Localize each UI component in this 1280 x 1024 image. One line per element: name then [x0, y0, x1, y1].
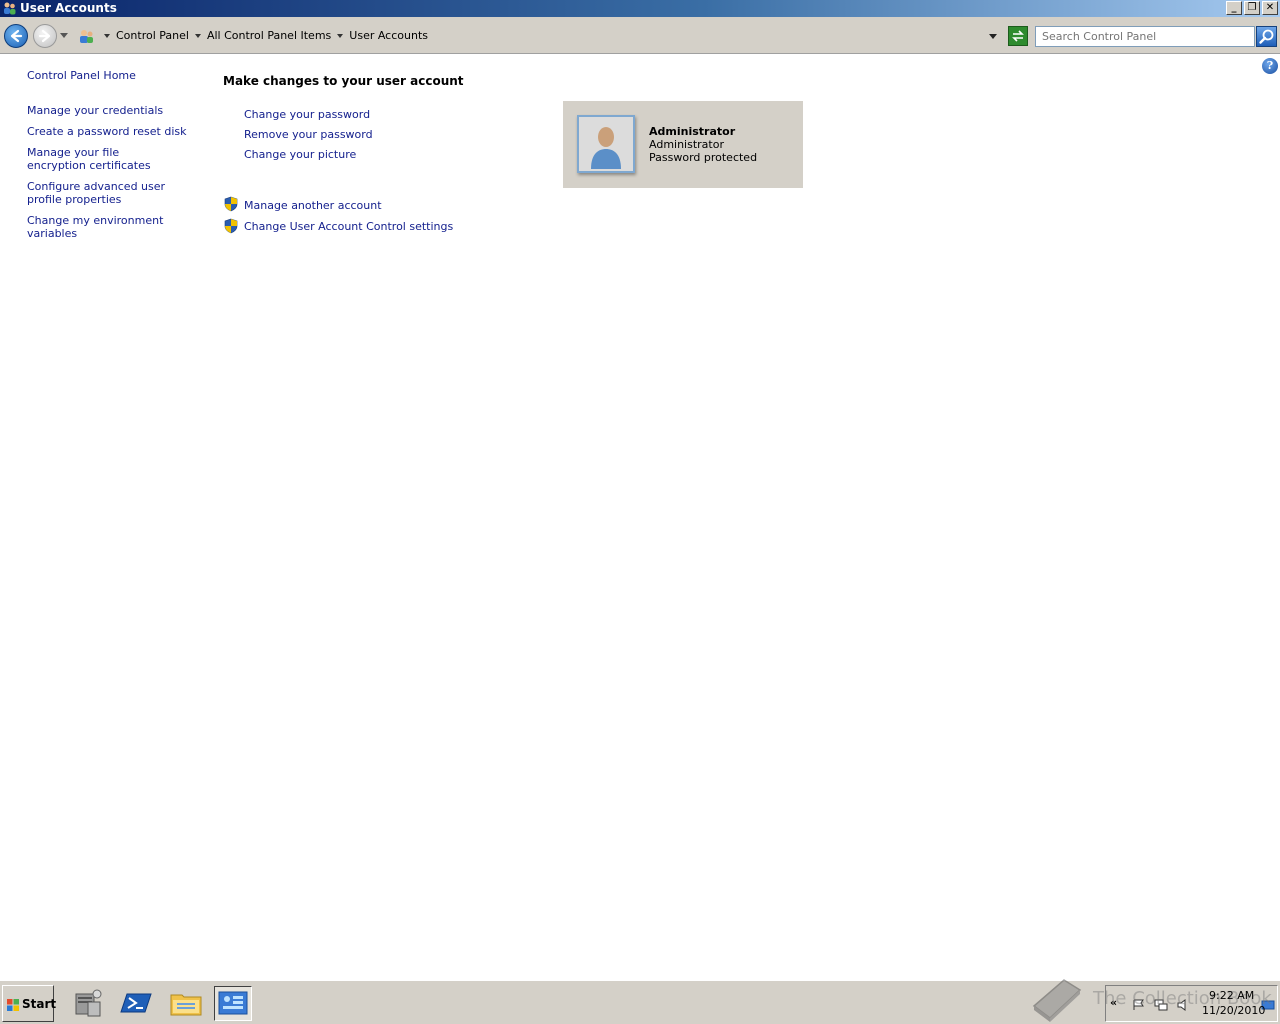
- user-accounts-icon: [4, 2, 16, 15]
- help-icon[interactable]: ?: [1262, 58, 1278, 74]
- breadcrumb-control-panel[interactable]: Control Panel: [116, 29, 189, 42]
- taskbar-explorer[interactable]: [168, 986, 206, 1021]
- arrow-right-icon: [38, 29, 51, 43]
- sidebar-link-environment-variables[interactable]: Change my environment variables: [27, 214, 197, 240]
- control-panel-icon: [80, 30, 93, 43]
- manage-another-account-link[interactable]: Manage another account: [244, 199, 382, 212]
- search-button[interactable]: [1256, 26, 1277, 47]
- account-card: Administrator Administrator Password pro…: [563, 101, 803, 188]
- breadcrumb: Control Panel All Control Panel Items Us…: [98, 29, 428, 42]
- recent-pages-dropdown[interactable]: [60, 33, 68, 38]
- speaker-icon[interactable]: [1176, 999, 1190, 1011]
- page-title: Make changes to your user account: [223, 74, 464, 88]
- server-manager-icon: [75, 989, 102, 1017]
- account-role: Administrator: [649, 138, 724, 151]
- window-title: User Accounts: [20, 1, 117, 15]
- minimize-button[interactable]: _: [1226, 1, 1242, 15]
- sidebar-link-file-encryption-certificates[interactable]: Manage your file encryption certificates: [27, 146, 177, 172]
- chevron-down-icon[interactable]: [337, 33, 344, 38]
- start-label: Start: [22, 997, 57, 1011]
- change-password-link[interactable]: Change your password: [244, 108, 370, 121]
- refresh-button[interactable]: [1008, 26, 1028, 46]
- windows-flag-icon: [7, 999, 19, 1011]
- account-name: Administrator: [649, 125, 736, 138]
- forward-button[interactable]: [33, 24, 57, 48]
- flag-icon[interactable]: [1132, 999, 1146, 1011]
- clock-time[interactable]: 9:22 AM: [1209, 989, 1254, 1002]
- search-input[interactable]: [1035, 26, 1255, 47]
- powershell-icon: [120, 993, 152, 1013]
- back-button[interactable]: [4, 24, 28, 48]
- explorer-icon: [170, 994, 202, 1016]
- breadcrumb-all-items[interactable]: All Control Panel Items: [207, 29, 331, 42]
- start-button[interactable]: Start: [2, 985, 57, 1022]
- sidebar-link-advanced-profile-properties[interactable]: Configure advanced user profile properti…: [27, 180, 189, 206]
- search-icon: [1259, 29, 1274, 44]
- chevron-down-icon[interactable]: [104, 33, 110, 38]
- uac-shield-icon: [224, 218, 238, 234]
- breadcrumb-user-accounts[interactable]: User Accounts: [349, 29, 428, 42]
- user-avatar-icon: [579, 117, 633, 171]
- network-icon[interactable]: [1154, 999, 1168, 1011]
- restore-button[interactable]: ❐: [1244, 1, 1260, 15]
- book-logo-icon: [1032, 979, 1082, 1022]
- taskbar-server-manager[interactable]: [70, 986, 108, 1021]
- uac-settings-link[interactable]: Change User Account Control settings: [244, 220, 453, 233]
- clock-date[interactable]: 11/20/2010: [1202, 1004, 1265, 1017]
- content-pane: ? Control Panel Home Manage your credent…: [0, 55, 1280, 980]
- show-hidden-icons-icon[interactable]: «: [1110, 996, 1117, 1009]
- taskbar-control-panel[interactable]: [214, 986, 252, 1021]
- sidebar-link-control-panel-home[interactable]: Control Panel Home: [27, 69, 136, 82]
- address-field[interactable]: Control Panel All Control Panel Items Us…: [74, 25, 1006, 47]
- close-button[interactable]: ✕: [1262, 1, 1278, 15]
- sidebar-link-manage-credentials[interactable]: Manage your credentials: [27, 104, 197, 117]
- taskbar: Start « The Collection Book 9:22 AM 11/2…: [0, 979, 1280, 1024]
- sidebar-link-password-reset-disk[interactable]: Create a password reset disk: [27, 125, 197, 138]
- address-history-dropdown[interactable]: [989, 34, 997, 39]
- remove-password-link[interactable]: Remove your password: [244, 128, 373, 141]
- chevron-down-icon[interactable]: [194, 33, 201, 38]
- refresh-icon: [1012, 30, 1024, 42]
- account-status: Password protected: [649, 151, 758, 164]
- change-picture-link[interactable]: Change your picture: [244, 148, 356, 161]
- account-picture[interactable]: [577, 115, 635, 173]
- control-panel-icon: [218, 991, 248, 1015]
- uac-shield-icon: [224, 196, 238, 212]
- arrow-left-icon: [10, 29, 23, 43]
- taskbar-powershell[interactable]: [119, 986, 157, 1021]
- title-bar[interactable]: User Accounts _ ❐ ✕: [0, 0, 1280, 17]
